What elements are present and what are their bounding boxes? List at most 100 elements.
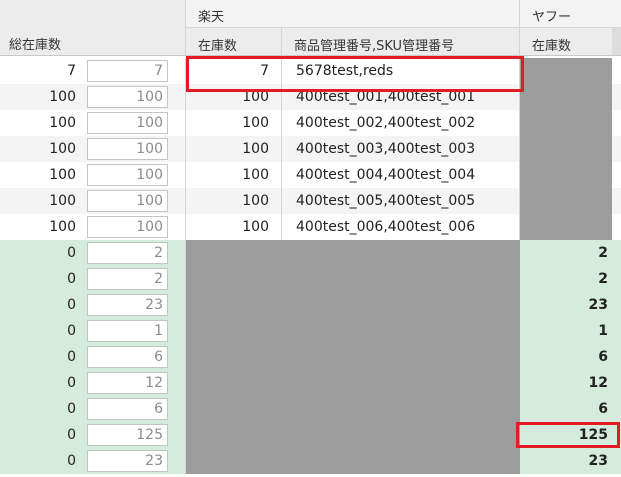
- yahoo-stock-cell[interactable]: 12: [520, 370, 612, 396]
- row-tail: [612, 448, 621, 474]
- table-row[interactable]: 01: [0, 318, 621, 344]
- stock-input[interactable]: [87, 424, 168, 446]
- table-row[interactable]: 775678test,reds: [0, 58, 621, 84]
- row-tail: [612, 370, 621, 396]
- header-yahoo-stock[interactable]: 在庫数: [520, 28, 612, 56]
- total-stock-cell: 100: [49, 115, 76, 131]
- rakuten-sku-cell[interactable]: 400test_006,400test_006: [282, 214, 520, 240]
- stock-input-cell: [82, 240, 186, 266]
- total-stock-cell: 0: [67, 349, 76, 365]
- table-row[interactable]: 100100400test_006,400test_006: [0, 214, 621, 240]
- total-stock-cell: 0: [67, 375, 76, 391]
- total-stock-cell: 0: [67, 427, 76, 443]
- rakuten-sku-cell[interactable]: 400test_005,400test_005: [282, 188, 520, 214]
- yahoo-stock-cell[interactable]: 6: [520, 344, 612, 370]
- stock-input[interactable]: [87, 372, 168, 394]
- table-row[interactable]: 0 12: [0, 370, 621, 396]
- rakuten-stock-cell[interactable]: 100: [186, 162, 282, 188]
- table-row[interactable]: 100100400test_002,400test_002: [0, 110, 621, 136]
- stock-input-cell: [82, 292, 186, 318]
- rakuten-stock-cell[interactable]: 100: [186, 110, 282, 136]
- yahoo-stock-cell[interactable]: 6: [520, 396, 612, 422]
- stock-input-cell: [82, 318, 186, 344]
- stock-input[interactable]: [87, 60, 168, 82]
- header-total-stock-label: 総在庫数: [9, 38, 62, 53]
- yahoo-stock-cell[interactable]: 125: [520, 422, 612, 448]
- yahoo-stock-cell[interactable]: 2: [520, 240, 612, 266]
- table-row[interactable]: 02: [0, 240, 621, 266]
- row-tail: [612, 318, 621, 344]
- stock-input[interactable]: [87, 190, 168, 212]
- stock-input-cell: [82, 188, 186, 214]
- stock-input[interactable]: [87, 268, 168, 290]
- rakuten-stock-cell[interactable]: 100: [186, 214, 282, 240]
- table-row[interactable]: 100100400test_005,400test_005: [0, 188, 621, 214]
- rakuten-sku-cell[interactable]: 400test_001,400test_001: [282, 84, 520, 110]
- stock-input-cell: [82, 422, 186, 448]
- stock-input[interactable]: [87, 346, 168, 368]
- yahoo-stock-cell[interactable]: 23: [520, 292, 612, 318]
- stock-input[interactable]: [87, 320, 168, 342]
- table-row[interactable]: 100100400test_003,400test_003: [0, 136, 621, 162]
- stock-input-cell: [82, 344, 186, 370]
- rakuten-sku-cell[interactable]: 400test_002,400test_002: [282, 110, 520, 136]
- header-rakuten-stock[interactable]: 在庫数: [186, 28, 282, 56]
- table-row[interactable]: 100100400test_001,400test_001: [0, 84, 621, 110]
- yahoo-stock-cell[interactable]: 1: [520, 318, 612, 344]
- table-row[interactable]: 0 125: [0, 422, 621, 448]
- total-stock-cell: 100: [49, 89, 76, 105]
- rakuten-sku-cell: [282, 318, 520, 344]
- stock-input[interactable]: [87, 398, 168, 420]
- table-row[interactable]: 06: [0, 344, 621, 370]
- stock-input[interactable]: [87, 112, 168, 134]
- rakuten-sku-cell[interactable]: 400test_003,400test_003: [282, 136, 520, 162]
- total-stock-cell: 0: [67, 271, 76, 287]
- total-stock-cell: 0: [67, 323, 76, 339]
- yahoo-stock-cell: [520, 188, 612, 214]
- stock-input-cell: [82, 214, 186, 240]
- inventory-grid: 総在庫数 楽天 ヤフー 在庫数 商品管理番号,SKU管理番号 在庫数 77567…: [0, 0, 621, 477]
- rakuten-sku-cell: [282, 292, 520, 318]
- rakuten-stock-cell[interactable]: 7: [186, 58, 282, 84]
- stock-input[interactable]: [87, 216, 168, 238]
- stock-input[interactable]: [87, 164, 168, 186]
- row-tail: [612, 58, 621, 84]
- rakuten-stock-cell[interactable]: 100: [186, 84, 282, 110]
- header-total-stock[interactable]: 総在庫数: [0, 0, 186, 56]
- row-tail: [612, 240, 621, 266]
- stock-input[interactable]: [87, 86, 168, 108]
- stock-input[interactable]: [87, 450, 168, 472]
- stock-input[interactable]: [87, 242, 168, 264]
- total-stock-cell: 100: [49, 193, 76, 209]
- rakuten-sku-cell: [282, 422, 520, 448]
- yahoo-stock-cell: [520, 162, 612, 188]
- table-row[interactable]: 0 23: [0, 448, 621, 474]
- rakuten-stock-cell: [186, 318, 282, 344]
- stock-input-cell: [82, 396, 186, 422]
- yahoo-stock-cell[interactable]: 23: [520, 448, 612, 474]
- row-tail: [612, 136, 621, 162]
- row-tail: [612, 344, 621, 370]
- stock-input-cell: [82, 448, 186, 474]
- rakuten-stock-cell[interactable]: 100: [186, 188, 282, 214]
- table-row[interactable]: 100100400test_004,400test_004: [0, 162, 621, 188]
- stock-input[interactable]: [87, 138, 168, 160]
- yahoo-stock-cell[interactable]: 2: [520, 266, 612, 292]
- stock-input-cell: [82, 110, 186, 136]
- row-tail: [612, 84, 621, 110]
- rakuten-stock-cell: [186, 266, 282, 292]
- stock-input-cell: [82, 162, 186, 188]
- rakuten-stock-cell[interactable]: 100: [186, 136, 282, 162]
- header-rakuten-stock-label: 在庫数: [198, 39, 238, 54]
- yahoo-stock-cell: [520, 214, 612, 240]
- rakuten-sku-cell[interactable]: 400test_004,400test_004: [282, 162, 520, 188]
- total-stock-cell: 100: [49, 167, 76, 183]
- table-row[interactable]: 0 23: [0, 292, 621, 318]
- table-row[interactable]: 06: [0, 396, 621, 422]
- yahoo-stock-cell: [520, 84, 612, 110]
- stock-input[interactable]: [87, 294, 168, 316]
- table-row[interactable]: 02: [0, 266, 621, 292]
- rakuten-sku-cell[interactable]: 5678test,reds: [282, 58, 520, 84]
- row-tail: [612, 214, 621, 240]
- header-rakuten-sku[interactable]: 商品管理番号,SKU管理番号: [282, 28, 520, 56]
